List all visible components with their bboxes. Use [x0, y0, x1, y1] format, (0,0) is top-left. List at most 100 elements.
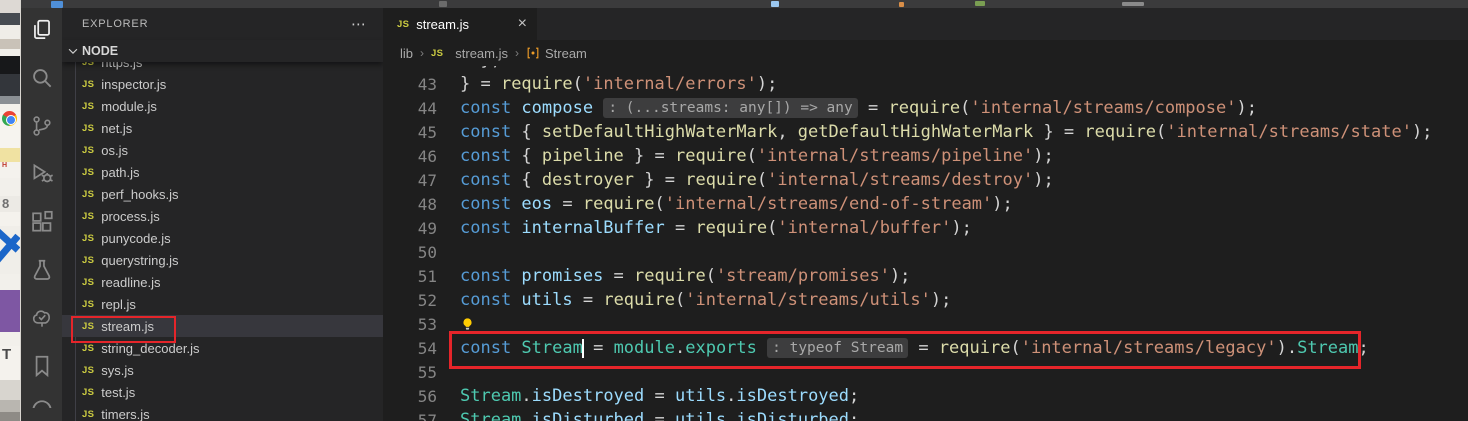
code-line-51[interactable]: 51const promises = require('stream/promi…: [383, 264, 1468, 288]
code-line-43[interactable]: 43} = require('internal/errors');: [383, 72, 1468, 96]
desktop-strip-segment: [0, 39, 20, 49]
file-row-process-js[interactable]: JSprocess.js: [62, 205, 383, 227]
desktop-strip-segment: 8: [0, 196, 20, 212]
code-text: const utils = require('internal/streams/…: [437, 290, 951, 310]
file-label: module.js: [101, 99, 157, 114]
js-file-icon: JS: [431, 48, 443, 59]
tab-stream-js[interactable]: JS stream.js ×: [383, 8, 537, 40]
chevron-down-icon: [66, 44, 80, 58]
testing-icon: [29, 257, 55, 288]
file-row-inspector-js[interactable]: JSinspector.js: [62, 73, 383, 95]
activity-todo-tree[interactable]: [21, 296, 62, 344]
explorer-icon: [29, 17, 55, 48]
line-number: 46: [383, 147, 437, 166]
file-label: readline.js: [101, 275, 160, 290]
todo-tree-icon: [29, 305, 55, 336]
activity-search[interactable]: [21, 56, 62, 104]
file-row-sys-js[interactable]: JSsys.js: [62, 359, 383, 381]
top-strip-artifact: [439, 1, 447, 7]
code-line-55[interactable]: 55: [383, 360, 1468, 384]
code-line-48[interactable]: 48const eos = require('internal/streams/…: [383, 192, 1468, 216]
breadcrumb-item-stream-js[interactable]: JS stream.js: [431, 46, 508, 61]
code-line-49[interactable]: 49const internalBuffer = require('intern…: [383, 216, 1468, 240]
file-row-string_decoder-js[interactable]: JSstring_decoder.js: [62, 337, 383, 359]
code-line-57[interactable]: 57Stream.isDisturbed = utils.isDisturbed…: [383, 408, 1468, 421]
code-text: const Stream = module.exports : typeof S…: [437, 338, 1369, 358]
file-row-path-js[interactable]: JSpath.js: [62, 161, 383, 183]
line-number: 45: [383, 123, 437, 142]
breadcrumb-item-lib[interactable]: lib: [400, 46, 413, 61]
breadcrumb-item-stream-symbol[interactable]: Stream: [526, 46, 587, 61]
activity-source-control[interactable]: [21, 104, 62, 152]
tab-label: stream.js: [416, 17, 469, 32]
file-label: net.js: [101, 121, 132, 136]
explorer-sidebar: EXPLORER ⋯ NODE JShttps.jsJSinspector.js…: [62, 8, 383, 421]
activity-explorer[interactable]: [21, 8, 62, 56]
lightbulb-icon[interactable]: [460, 314, 475, 334]
search-icon: [29, 65, 55, 96]
code-line-44[interactable]: 44const compose : (...streams: any[]) =>…: [383, 96, 1468, 120]
code-line-52[interactable]: 52const utils = require('internal/stream…: [383, 288, 1468, 312]
file-label: repl.js: [101, 297, 136, 312]
line-number: 56: [383, 387, 437, 406]
desktop-strip-segment: H: [0, 162, 20, 178]
activity-extensions[interactable]: [21, 200, 62, 248]
activity-account-circle[interactable]: [21, 392, 62, 408]
code-line-47[interactable]: 47const { destroyer } = require('interna…: [383, 168, 1468, 192]
editor-group: JS stream.js × lib › JS stream.js › Stre…: [383, 8, 1468, 421]
desktop-strip-segment: [0, 13, 20, 25]
file-row-timers-js[interactable]: JStimers.js: [62, 403, 383, 421]
line-number: 47: [383, 171, 437, 190]
js-file-icon: JS: [82, 79, 94, 90]
bookmarks-icon: [29, 353, 55, 384]
file-row-punycode-js[interactable]: JSpunycode.js: [62, 227, 383, 249]
close-icon[interactable]: ×: [518, 16, 527, 32]
file-row-test-js[interactable]: JStest.js: [62, 381, 383, 403]
code-line-54[interactable]: 54const Stream = module.exports : typeof…: [383, 336, 1468, 360]
code-area[interactable]: 42 },43} = require('internal/errors');44…: [383, 66, 1468, 421]
activity-bookmarks[interactable]: [21, 344, 62, 392]
code-text: const { destroyer } = require('internal/…: [437, 170, 1054, 190]
activity-bar: [21, 8, 62, 421]
file-row-os-js[interactable]: JSos.js: [62, 139, 383, 161]
file-row-repl-js[interactable]: JSrepl.js: [62, 293, 383, 315]
more-actions-icon[interactable]: ⋯: [351, 15, 367, 33]
desktop-strip-glyph: T: [2, 346, 11, 363]
file-label: stream.js: [101, 319, 154, 334]
desktop-strip-segment: [0, 56, 20, 74]
section-header-node[interactable]: NODE: [62, 40, 383, 62]
code-line-50[interactable]: 50: [383, 240, 1468, 264]
desktop-strip-segment: [0, 0, 20, 13]
file-row-module-js[interactable]: JSmodule.js: [62, 95, 383, 117]
js-file-icon: JS: [82, 321, 94, 332]
desktop-strip-glyph: H: [2, 162, 7, 169]
code-text: const eos = require('internal/streams/en…: [437, 194, 1013, 214]
file-row-stream-js[interactable]: JS stream.js: [62, 315, 383, 337]
desktop-strip-segment: [0, 400, 20, 412]
code-line-53[interactable]: 53: [383, 312, 1468, 336]
file-row-perf_hooks-js[interactable]: JSperf_hooks.js: [62, 183, 383, 205]
code-text: const { setDefaultHighWaterMark, getDefa…: [437, 122, 1432, 142]
js-file-icon: JS: [82, 387, 94, 398]
file-row-net-js[interactable]: JSnet.js: [62, 117, 383, 139]
explorer-header: EXPLORER ⋯: [62, 8, 383, 40]
code-line-46[interactable]: 46const { pipeline } = require('internal…: [383, 144, 1468, 168]
explorer-title: EXPLORER: [82, 18, 148, 30]
code-text: const promises = require('stream/promise…: [437, 266, 910, 286]
desktop-strip-segment: [0, 178, 20, 196]
blue-x-shape: [0, 228, 20, 268]
code-line-56[interactable]: 56Stream.isDestroyed = utils.isDestroyed…: [383, 384, 1468, 408]
tab-bar: JS stream.js ×: [383, 8, 1468, 40]
code-text: const { pipeline } = require('internal/s…: [437, 146, 1054, 166]
file-row-readline-js[interactable]: JSreadline.js: [62, 271, 383, 293]
desktop-strip-segment: [0, 274, 20, 290]
activity-run-debug[interactable]: [21, 152, 62, 200]
code-line-45[interactable]: 45const { setDefaultHighWaterMark, getDe…: [383, 120, 1468, 144]
line-number: 53: [383, 315, 437, 334]
line-number: 54: [383, 339, 437, 358]
code-text: Stream.isDisturbed = utils.isDisturbed;: [437, 410, 859, 421]
activity-testing[interactable]: [21, 248, 62, 296]
file-row-querystring-js[interactable]: JSquerystring.js: [62, 249, 383, 271]
file-label: perf_hooks.js: [101, 187, 178, 202]
js-file-icon: JS: [82, 255, 94, 266]
